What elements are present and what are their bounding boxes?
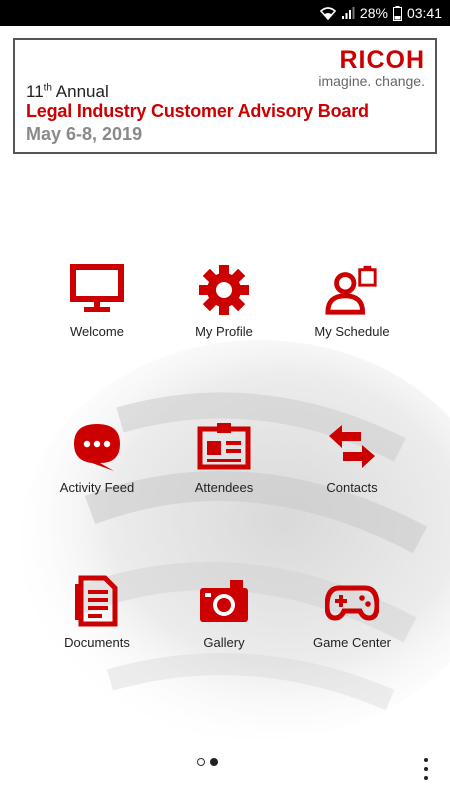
wifi-icon [319, 6, 336, 20]
tile-game-center[interactable]: Game Center [287, 573, 417, 693]
status-bar: 28% 03:41 [0, 0, 450, 26]
tile-gallery[interactable]: Gallery [159, 573, 289, 693]
overflow-menu-icon[interactable] [418, 758, 434, 780]
logo-wordmark: RICOH [339, 46, 425, 74]
tile-welcome[interactable]: Welcome [32, 262, 162, 382]
tile-my-schedule[interactable]: My Schedule [287, 262, 417, 382]
page-dot-2-active[interactable] [210, 758, 218, 766]
page-dot-1[interactable] [197, 758, 205, 766]
tile-label: My Schedule [314, 324, 390, 339]
tile-documents[interactable]: Documents [32, 573, 162, 693]
event-dates: May 6-8, 2019 [26, 124, 143, 144]
clock: 03:41 [406, 5, 442, 21]
chat-bubble-icon [69, 418, 125, 474]
tile-label: Contacts [326, 480, 378, 495]
battery-icon [392, 5, 402, 21]
event-banner: 11th Annual Legal Industry Customer Advi… [13, 38, 437, 154]
tile-label: Welcome [70, 324, 124, 339]
tile-label: Game Center [312, 635, 392, 650]
camera-icon [196, 573, 252, 629]
signal-icon [341, 6, 355, 20]
edition-line: 11th Annual [26, 82, 109, 101]
id-badge-icon [196, 418, 252, 474]
tile-label: Activity Feed [59, 480, 135, 495]
event-title: Legal Industry Customer Advisory Board [26, 101, 369, 121]
user-schedule-icon [324, 262, 380, 318]
page-indicator [197, 758, 218, 766]
swap-arrows-icon [324, 418, 380, 474]
tile-label: My Profile [195, 324, 253, 339]
gamepad-icon [324, 573, 380, 629]
monitor-icon [69, 262, 125, 318]
battery-percent: 28% [359, 5, 388, 21]
logo-tagline: imagine. change. [318, 73, 425, 89]
document-icon [69, 573, 125, 629]
tile-label: Attendees [194, 480, 254, 495]
gear-icon [196, 262, 252, 318]
ricoh-logo: RICOH imagine. change. [318, 47, 425, 89]
background-swirl-image [20, 340, 450, 740]
tile-label: Gallery [203, 635, 245, 650]
tile-contacts[interactable]: Contacts [287, 418, 417, 538]
tile-activity-feed[interactable]: Activity Feed [32, 418, 162, 538]
tile-my-profile[interactable]: My Profile [159, 262, 289, 382]
tile-attendees[interactable]: Attendees [159, 418, 289, 538]
tile-label: Documents [64, 635, 130, 650]
